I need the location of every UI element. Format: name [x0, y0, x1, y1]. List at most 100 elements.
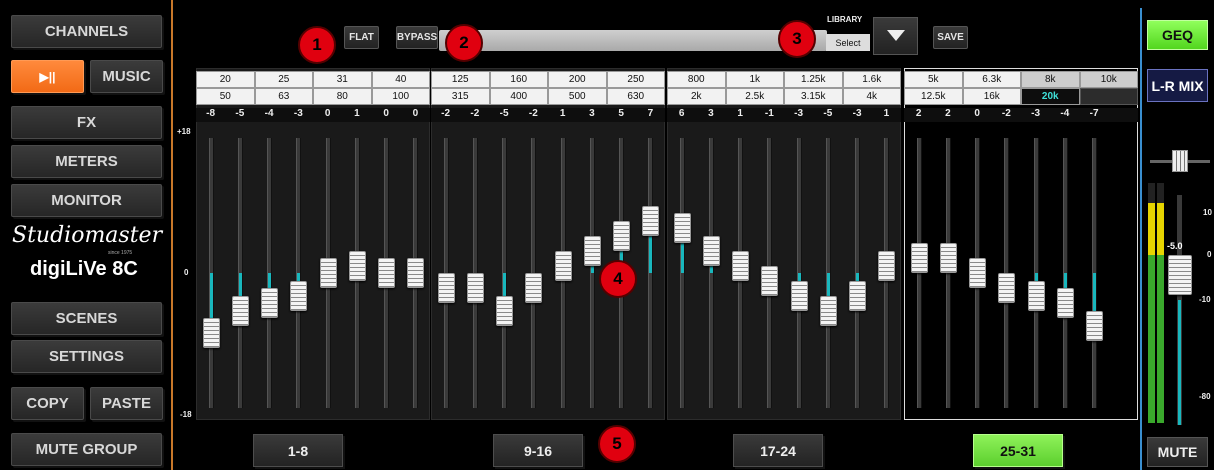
gain-value: -2: [470, 108, 480, 119]
mute-button[interactable]: MUTE: [1147, 437, 1208, 467]
eq-fader-knob[interactable]: [878, 250, 896, 281]
freq-cell[interactable]: 630: [606, 88, 665, 105]
freq-cell[interactable]: 20k: [1021, 88, 1080, 105]
settings-button[interactable]: SETTINGS: [11, 340, 162, 373]
freq-cell[interactable]: 2.5k: [725, 88, 784, 105]
freq-cell[interactable]: 315: [431, 88, 490, 105]
freq-cell[interactable]: 1k: [725, 71, 784, 88]
fx-button[interactable]: FX: [11, 106, 162, 139]
freq-cell[interactable]: 4k: [842, 88, 901, 105]
freq-cell[interactable]: 3.15k: [784, 88, 843, 105]
geq-button[interactable]: GEQ: [1147, 20, 1208, 50]
eq-fader-knob[interactable]: [969, 258, 987, 288]
eq-fader-knob[interactable]: [1027, 280, 1045, 311]
eq-fader-knob[interactable]: [466, 273, 484, 303]
eq-fader-knob[interactable]: [202, 318, 220, 348]
eq-fader-knob[interactable]: [732, 250, 750, 281]
eq-fader-knob[interactable]: [378, 258, 396, 288]
library-select[interactable]: Select: [826, 34, 870, 51]
eq-fader-knob[interactable]: [261, 288, 279, 318]
freq-cell[interactable]: 2k: [667, 88, 726, 105]
freq-cell[interactable]: 1.6k: [842, 71, 901, 88]
gain-value: -2: [1001, 108, 1011, 119]
eq-fader-knob[interactable]: [407, 258, 425, 288]
eq-fader-knob[interactable]: [437, 273, 455, 303]
scenes-button[interactable]: SCENES: [11, 302, 162, 335]
freq-cell[interactable]: [1079, 88, 1138, 105]
eq-fader-knob[interactable]: [761, 265, 779, 296]
freq-cell[interactable]: 80: [313, 88, 372, 105]
master-fader-value: -5.0: [1167, 241, 1183, 251]
freq-cell[interactable]: 25: [254, 71, 313, 88]
gain-value: -4: [264, 108, 274, 119]
freq-cell[interactable]: 500: [548, 88, 607, 105]
freq-cell[interactable]: 160: [489, 71, 548, 88]
freq-cell[interactable]: 100: [371, 88, 430, 105]
freq-cell[interactable]: 800: [667, 71, 726, 88]
eq-fader-knob[interactable]: [673, 213, 691, 243]
flat-button[interactable]: FLAT: [344, 26, 379, 49]
freq-cell[interactable]: 20: [196, 71, 255, 88]
page-25-31-button[interactable]: 25-31: [973, 434, 1063, 467]
marker-5: 5: [598, 425, 636, 463]
freq-cell[interactable]: 5k: [904, 71, 963, 88]
eq-fader-knob[interactable]: [702, 235, 720, 266]
page-9-16-button[interactable]: 9-16: [493, 434, 583, 467]
gain-value: -8: [206, 108, 216, 119]
eq-fader-knob[interactable]: [790, 280, 808, 311]
gain-value: -3: [852, 108, 862, 119]
eq-fader-knob[interactable]: [319, 258, 337, 288]
freq-cell[interactable]: 40: [371, 71, 430, 88]
freq-cell[interactable]: 8k: [1021, 71, 1080, 88]
freq-cell[interactable]: 250: [606, 71, 665, 88]
monitor-button[interactable]: MONITOR: [11, 184, 162, 217]
page-1-8-button[interactable]: 1-8: [253, 434, 343, 467]
eq-fader-knob[interactable]: [290, 280, 308, 311]
copy-button[interactable]: COPY: [11, 387, 84, 420]
eq-fader-knob[interactable]: [496, 295, 514, 326]
library-dropdown-button[interactable]: [873, 17, 918, 55]
freq-cell[interactable]: 63: [254, 88, 313, 105]
eq-fader-knob[interactable]: [642, 205, 660, 236]
eq-fader-knob[interactable]: [583, 235, 601, 266]
fader-track: [648, 138, 654, 408]
lr-mix-button[interactable]: L-R MIX: [1147, 69, 1208, 102]
fader-track: [679, 138, 685, 408]
eq-fader-knob[interactable]: [1056, 288, 1074, 318]
meter-left: [1148, 183, 1155, 423]
eq-fader-knob[interactable]: [910, 243, 928, 273]
eq-fader-knob[interactable]: [231, 295, 249, 326]
freq-cell[interactable]: 16k: [962, 88, 1021, 105]
meters-button[interactable]: METERS: [11, 145, 162, 178]
freq-cell[interactable]: 400: [489, 88, 548, 105]
freq-cell[interactable]: 31: [313, 71, 372, 88]
freq-cell[interactable]: 6.3k: [962, 71, 1021, 88]
freq-cell[interactable]: 125: [431, 71, 490, 88]
pan-knob[interactable]: [1172, 150, 1188, 172]
save-button[interactable]: SAVE: [933, 26, 968, 49]
eq-fader-knob[interactable]: [613, 220, 631, 251]
music-button[interactable]: MUSIC: [90, 60, 163, 93]
paste-button[interactable]: PASTE: [90, 387, 163, 420]
freq-cell[interactable]: 50: [196, 88, 255, 105]
eq-fader-knob[interactable]: [525, 273, 543, 303]
eq-fader-knob[interactable]: [939, 243, 957, 273]
mute-group-button[interactable]: MUTE GROUP: [11, 433, 162, 466]
page-17-24-button[interactable]: 17-24: [733, 434, 823, 467]
eq-fader-knob[interactable]: [348, 250, 366, 281]
freq-cell[interactable]: 200: [548, 71, 607, 88]
eq-fader-knob[interactable]: [1086, 310, 1104, 341]
eq-fader-knob[interactable]: [849, 280, 867, 311]
eq-fader-knob[interactable]: [819, 295, 837, 326]
master-fader-knob[interactable]: [1168, 255, 1192, 295]
bypass-button[interactable]: BYPASS: [396, 26, 438, 49]
library-preset-field[interactable]: [439, 30, 827, 51]
eq-fader-knob[interactable]: [998, 273, 1016, 303]
freq-cell[interactable]: 1.25k: [784, 71, 843, 88]
marker-3: 3: [778, 20, 816, 58]
eq-fader-knob[interactable]: [554, 250, 572, 281]
freq-cell[interactable]: 10k: [1079, 71, 1138, 88]
play-pause-button[interactable]: ▶||: [11, 60, 84, 93]
freq-cell[interactable]: 12.5k: [904, 88, 963, 105]
channels-button[interactable]: CHANNELS: [11, 15, 162, 48]
